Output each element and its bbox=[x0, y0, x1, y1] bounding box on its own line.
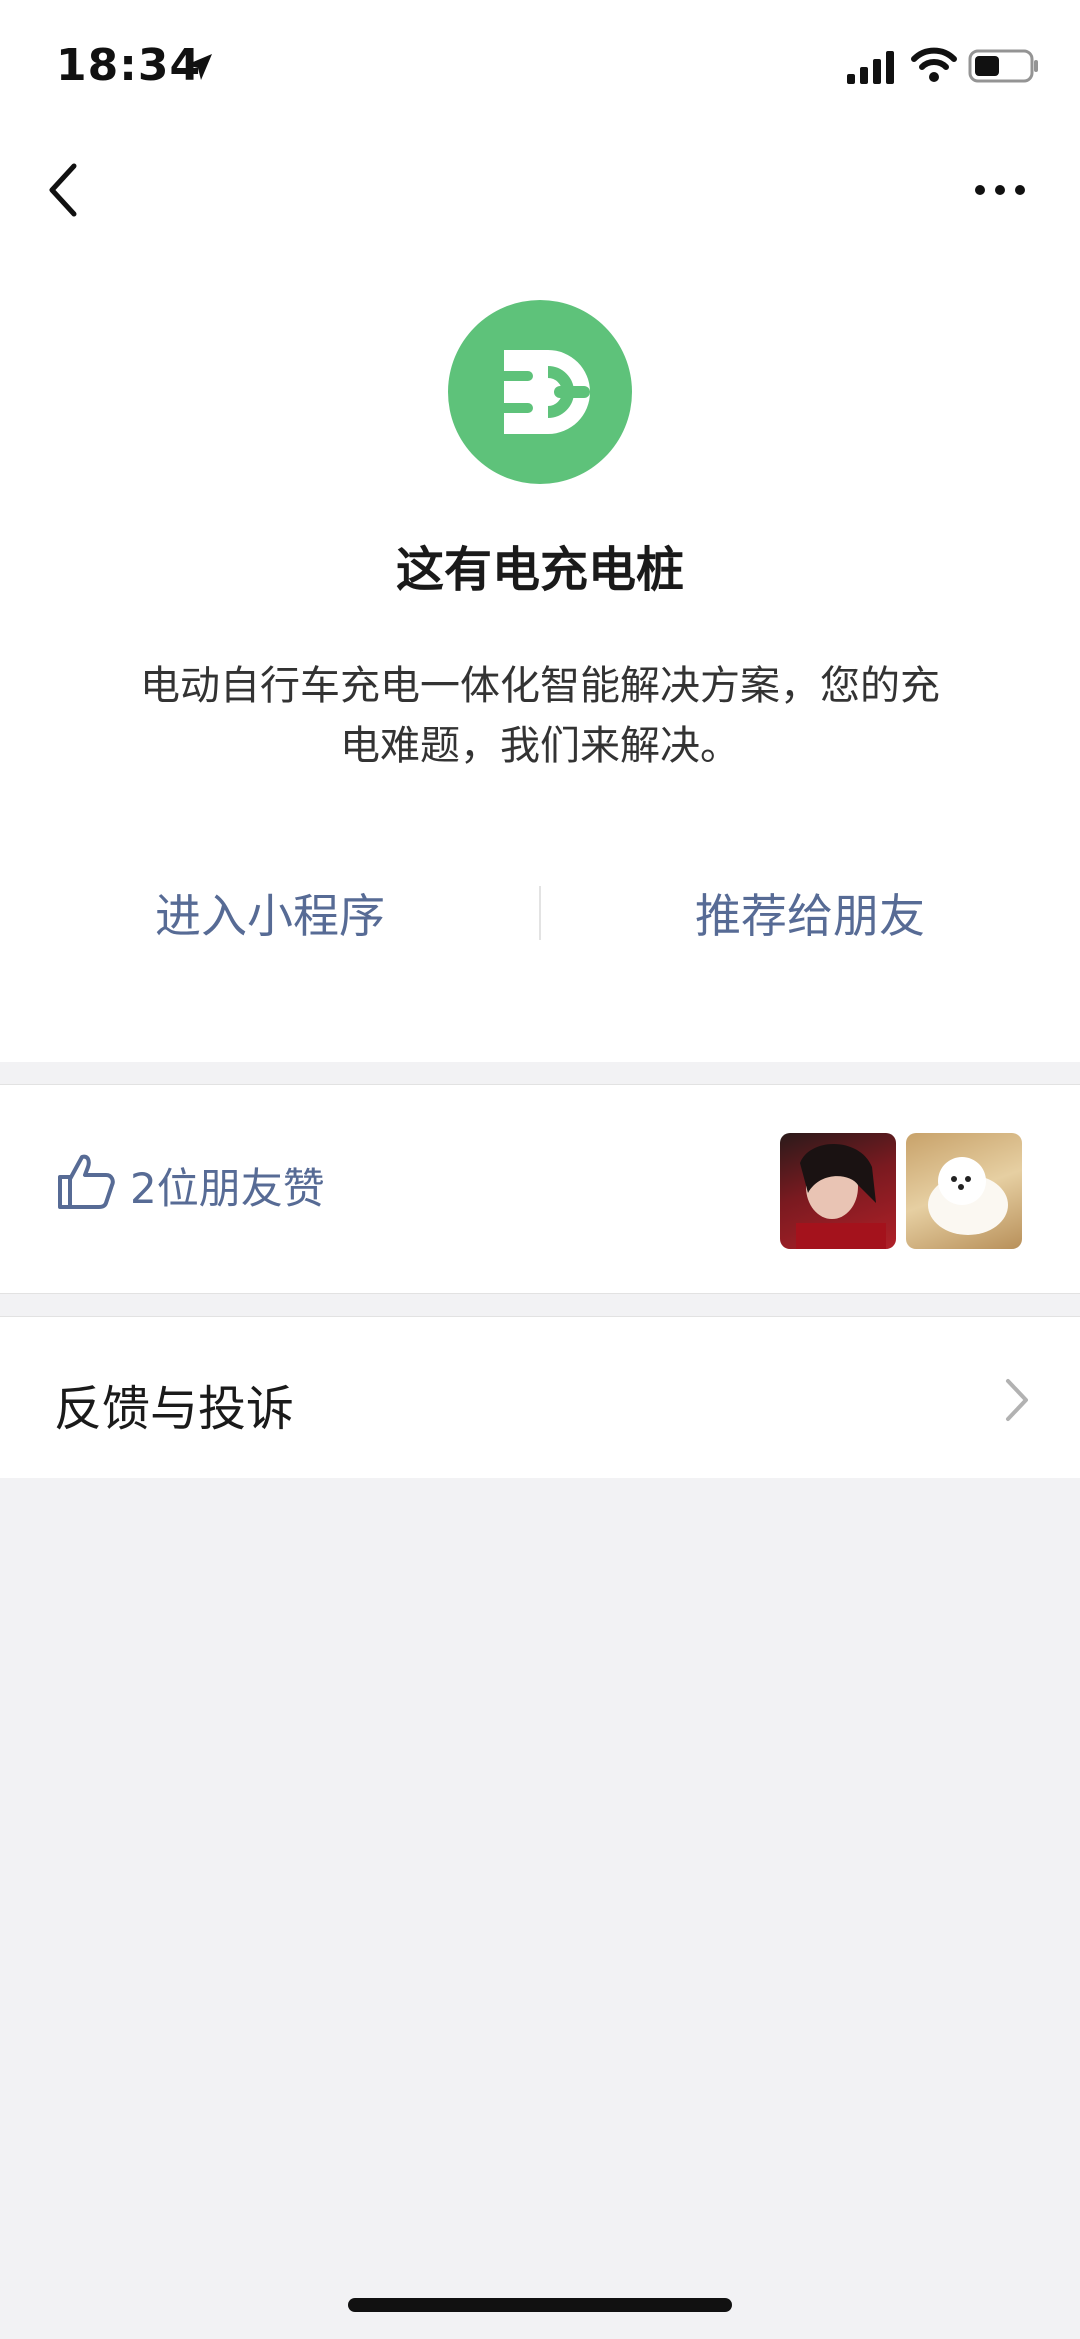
app-logo bbox=[448, 300, 632, 484]
app-description: 电动自行车充电一体化智能解决方案，您的充电难题，我们来解决。 bbox=[140, 663, 940, 769]
feedback-label: 反馈与投诉 bbox=[54, 1381, 295, 1437]
friend-avatar[interactable] bbox=[906, 1133, 1022, 1249]
wifi-icon bbox=[911, 47, 957, 82]
battery-icon bbox=[968, 49, 1038, 83]
white-dog-photo-icon bbox=[928, 1157, 1008, 1235]
status-time: 18:34 bbox=[56, 40, 202, 91]
charging-plug-logo-icon bbox=[491, 350, 590, 434]
app-name: 这有电充电桩 bbox=[395, 542, 684, 598]
enter-mini-program-button[interactable]: 进入小程序 bbox=[0, 880, 540, 946]
home-indicator[interactable] bbox=[348, 2298, 732, 2312]
more-options-icon[interactable] bbox=[970, 170, 1030, 210]
friend-likes-row[interactable]: 2位朋友赞 bbox=[0, 1084, 1080, 1294]
thumbs-up-icon bbox=[58, 1154, 115, 1209]
likes-count-text: 2位朋友赞 bbox=[130, 1164, 325, 1213]
feedback-complaint-row[interactable]: 反馈与投诉 bbox=[0, 1316, 1080, 1478]
status-bar: 18:34 bbox=[0, 0, 1080, 130]
chevron-right-icon bbox=[1006, 1379, 1028, 1421]
location-arrow-icon bbox=[186, 54, 212, 80]
action-buttons: 进入小程序 推荐给朋友 bbox=[0, 870, 1080, 966]
cellular-signal-icon bbox=[847, 51, 894, 84]
person-photo-icon bbox=[796, 1143, 886, 1249]
friend-avatar[interactable] bbox=[780, 1133, 896, 1249]
recommend-to-friend-button[interactable]: 推荐给朋友 bbox=[540, 880, 1080, 946]
back-icon[interactable] bbox=[40, 158, 84, 222]
